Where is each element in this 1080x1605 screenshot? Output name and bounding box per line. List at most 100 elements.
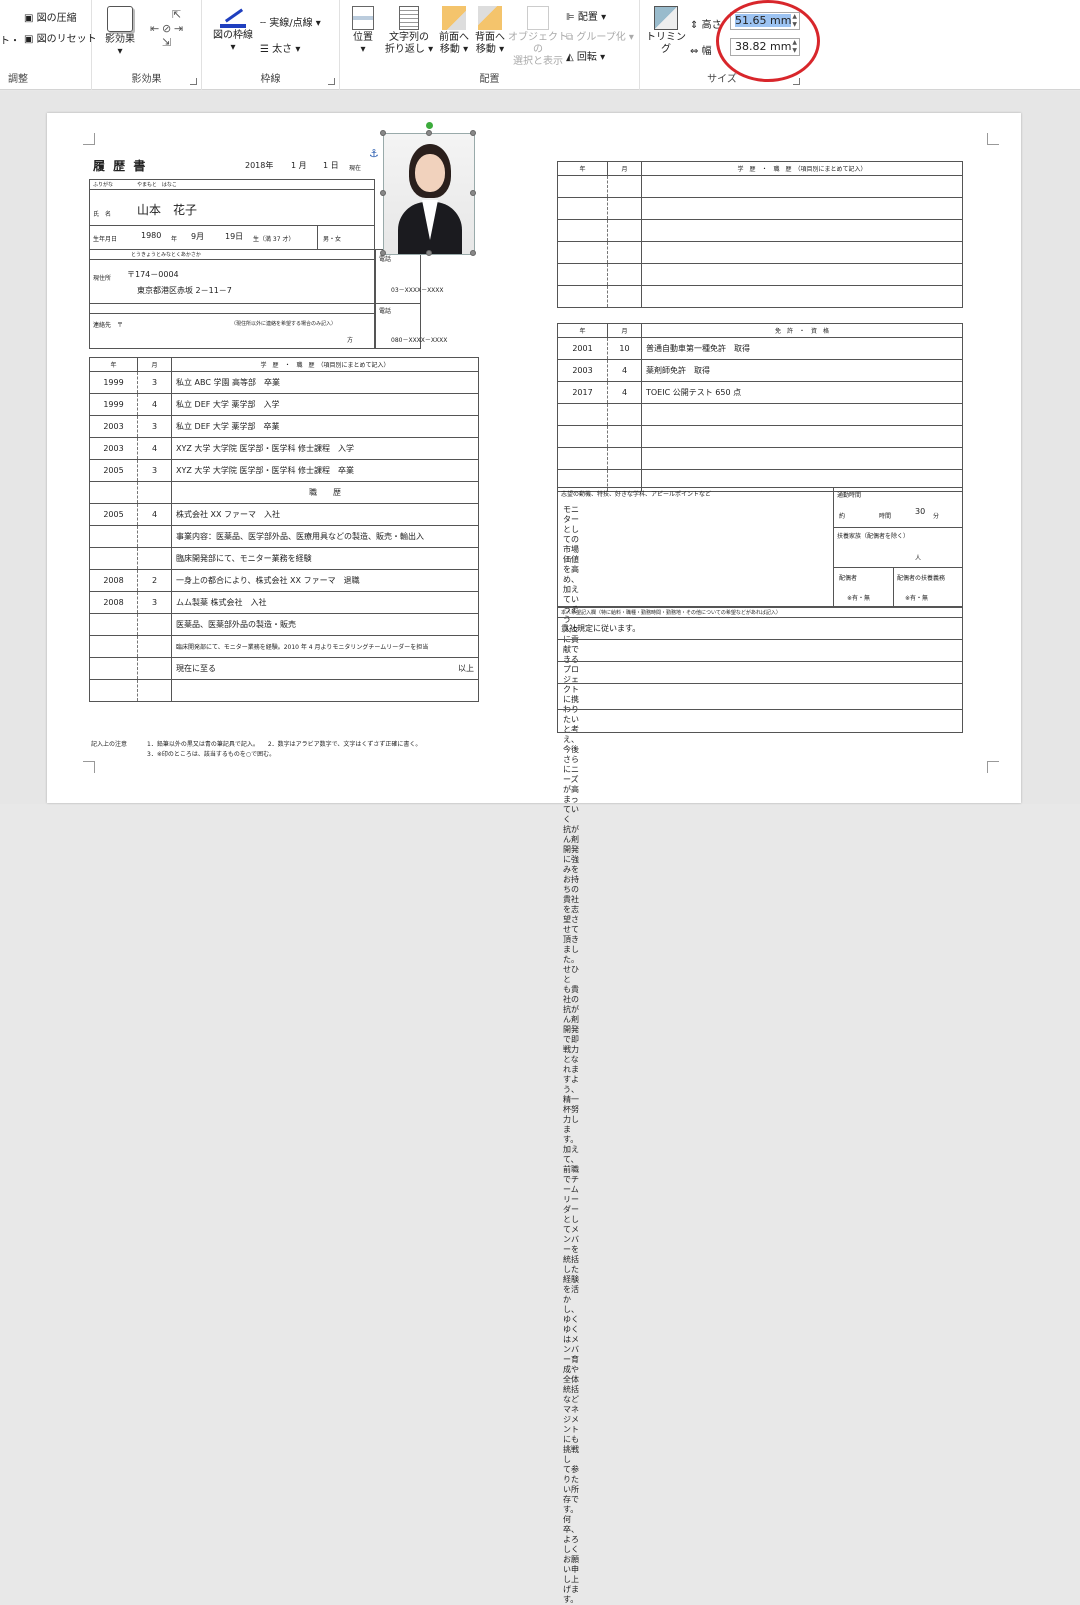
group-shadow-effects: 影効果 ▾ ⇱ ⇤ ⊘ ⇥ ⇲ 影効果 (92, 0, 202, 90)
history-row: 1999 4 私立 DEF 大学 薬学部 入学 (89, 393, 479, 416)
month-cell (607, 425, 642, 448)
shadow-nudge-icon[interactable]: ⇱ ⇤ ⊘ ⇥ ⇲ (150, 8, 188, 49)
weight-icon: ☰ (260, 44, 269, 55)
resize-handle-br[interactable] (470, 250, 476, 256)
year-cell (557, 285, 608, 308)
crop-button[interactable]: トリミング (646, 6, 686, 56)
description-cell: 医薬品、医薬部外品の製造・販売 (171, 613, 479, 636)
selection-pane-button[interactable]: オブジェクトの 選択と表示 (508, 6, 568, 68)
year-cell (557, 447, 608, 470)
shadow-right-icon[interactable]: ⇥ (174, 22, 183, 35)
end-marker: 以上 (458, 664, 474, 673)
crop-mark-bl (83, 761, 95, 773)
group-arrange: 位置 ▾ 文字列の 折り返し ▾ 前面へ 移動 ▾ 背面へ 移動 ▾ オブジェクト… (340, 0, 640, 90)
year-cell: 2005 (89, 459, 138, 482)
resize-handle-mr[interactable] (470, 190, 476, 196)
description-cell: 臨床開発部にて、モニター業務を経験 (171, 547, 479, 570)
shadow-toggle-icon[interactable]: ⊘ (162, 22, 171, 35)
year-cell: 2003 (557, 359, 608, 382)
license-header: 年 月 免 許 ・ 資 格 (557, 323, 963, 338)
position-button[interactable]: 位置 ▾ (346, 6, 380, 56)
history-row: 事業内容：医薬品、医学部外品、医療用具などの製造、販売・輸出入 (89, 525, 479, 548)
description-cell: 職 歴 (171, 481, 479, 504)
description-cell (641, 447, 963, 470)
description-cell: 薬剤師免許 取得 (641, 359, 963, 382)
year-cell: 1999 (89, 393, 138, 416)
description-cell: 普通自動車第一種免許 取得 (641, 337, 963, 360)
dashes-dropdown[interactable]: ┄ 実線/点線 ▾ (260, 14, 321, 29)
license-row (557, 447, 963, 470)
photo-selection[interactable] (380, 122, 476, 256)
month-cell: 3 (137, 459, 172, 482)
description-cell (641, 219, 963, 242)
month-cell: 4 (607, 381, 642, 404)
description-cell: 臨床開発部にて、モニター業務を経験。2010 年 4 月よりモニタリングチームリ… (171, 635, 479, 658)
description-cell (641, 403, 963, 426)
picture-border-button[interactable]: 図の枠線 ▾ (210, 6, 256, 54)
anchor-icon[interactable]: ⚓ (369, 147, 379, 160)
month-cell (137, 481, 172, 504)
dashes-icon: ┄ (260, 18, 267, 29)
shadow-down-icon[interactable]: ⇲ (162, 36, 171, 49)
note-line-2: 3．※印のところは、該当するものを○で囲む。 (147, 751, 276, 758)
shadow-launcher-icon[interactable] (190, 78, 197, 85)
group-dropdown[interactable]: ⧉ グループ化 ▾ (566, 28, 634, 43)
year-cell (557, 403, 608, 426)
year-cell (557, 241, 608, 264)
resize-handle-tl[interactable] (380, 130, 386, 136)
photo-face (415, 154, 445, 192)
crop-mark-tr (987, 133, 999, 145)
date-day: 1 日 (323, 161, 339, 170)
shadow-up-icon[interactable]: ⇱ (172, 8, 181, 21)
group-label-arrange: 配置 (479, 74, 500, 85)
resize-handle-bl[interactable] (380, 250, 386, 256)
description-cell (641, 285, 963, 308)
reset-picture-button[interactable]: ▣ 図のリセット (24, 30, 97, 45)
resize-handle-bm[interactable] (426, 250, 432, 256)
month-cell: 3 (137, 371, 172, 394)
compress-pictures-button[interactable]: ▣ 図の圧縮 (24, 9, 77, 24)
history-row: 2008 2 一身上の都合により、株式会社 XX ファーマ 退職 (89, 569, 479, 592)
description-cell (641, 425, 963, 448)
license-table: 年 月 免 許 ・ 資 格 2001 10 普通自動車第一種免許 取得 2003 4 薬剤… (557, 323, 963, 492)
rotate-handle[interactable] (426, 122, 433, 129)
month-cell: 3 (137, 591, 172, 614)
height-icon: ⇕ (690, 20, 699, 31)
send-backward-button[interactable]: 背面へ 移動 ▾ (470, 6, 510, 56)
pen-icon (220, 6, 246, 28)
commute-minutes: 30 (915, 507, 926, 516)
right-history-row (557, 285, 963, 308)
description-cell: XYZ 大学 大学院 医学部・医学科 修士課程 卒業 (171, 459, 479, 482)
commute-approx: 約 (839, 513, 846, 520)
resize-handle-ml[interactable] (380, 190, 386, 196)
bring-forward-button[interactable]: 前面へ 移動 ▾ (434, 6, 474, 56)
month-cell: 2 (137, 569, 172, 592)
photo[interactable] (384, 134, 474, 254)
description-cell: 一身上の都合により、株式会社 XX ファーマ 退職 (171, 569, 479, 592)
document-canvas: 履 歴 書 2018年 1 月 1 日 現在 ⚓ ふりがな やまもと はなこ 氏… (0, 91, 1080, 1604)
description-cell: 事業内容：医薬品、医学部外品、医療用具などの製造、販売・輸出入 (171, 525, 479, 548)
weight-dropdown[interactable]: ☰ 太さ ▾ (260, 40, 300, 55)
resize-handle-tr[interactable] (470, 130, 476, 136)
year-cell (89, 547, 138, 570)
align-dropdown[interactable]: ⊫ 配置 ▾ (566, 8, 606, 23)
birth-age: 生（満 37 才） (253, 236, 295, 243)
rotate-dropdown[interactable]: ◭ 回転 ▾ (566, 48, 605, 63)
wrap-text-button[interactable]: 文字列の 折り返し ▾ (384, 6, 434, 56)
size-launcher-icon[interactable] (793, 78, 800, 85)
year-cell (89, 481, 138, 504)
reset-icon: ▣ (24, 34, 34, 45)
shadow-effects-button[interactable]: 影効果 ▾ (100, 6, 140, 58)
group-label-shadow: 影効果 (131, 74, 162, 85)
selection-pane-icon (527, 6, 549, 30)
year-cell (557, 197, 608, 220)
license-row: 2003 4 薬剤師免許 取得 (557, 359, 963, 382)
resize-handle-tm[interactable] (426, 130, 432, 136)
right-history-row (557, 175, 963, 198)
description-cell: ムム製薬 株式会社 入社 (171, 591, 479, 614)
shadow-left-icon[interactable]: ⇤ (150, 22, 159, 35)
commute-hours: 時間 (879, 513, 892, 520)
resume-title: 履 歴 書 (93, 159, 148, 173)
border-launcher-icon[interactable] (328, 78, 335, 85)
birth-day: 19日 (225, 232, 244, 241)
